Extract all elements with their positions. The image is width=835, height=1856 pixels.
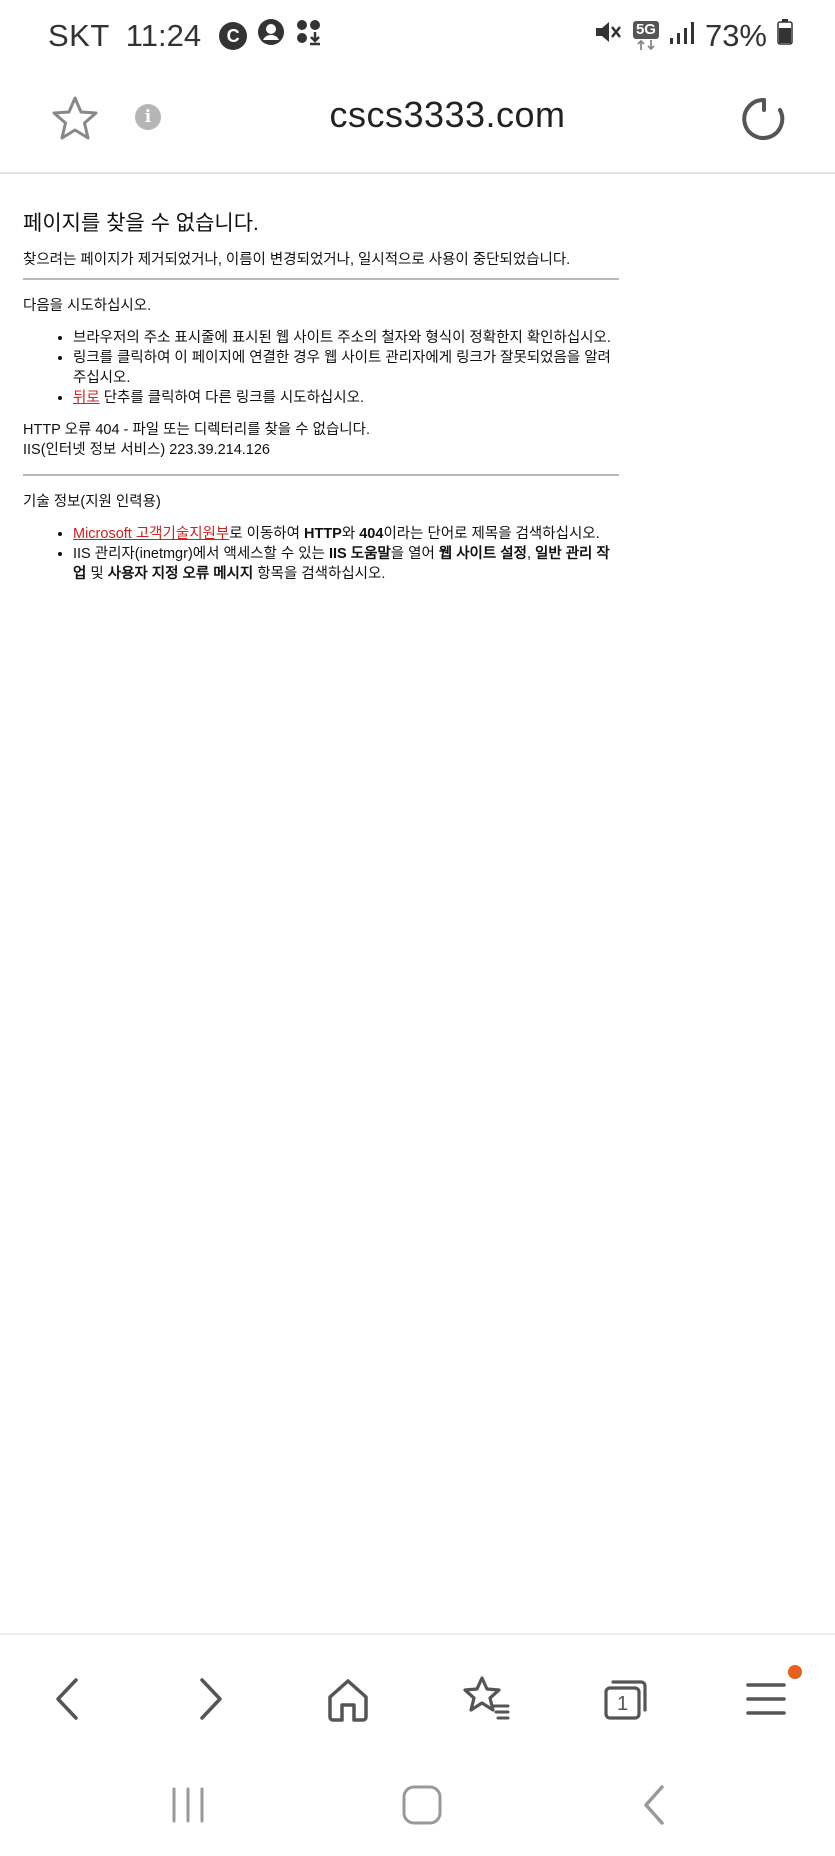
bookmarks-icon[interactable] (456, 1669, 516, 1729)
error-info: HTTP 오류 404 - 파일 또는 디렉터리를 찾을 수 없습니다. IIS… (23, 420, 619, 460)
list-item-text: 이라는 단어로 제목을 검색하십시오. (383, 526, 600, 542)
tab-count: 1 (617, 1693, 628, 1715)
list-item-text: 항목을 검색하십시오. (253, 566, 386, 582)
status-bar-left: SKT 11:24 C (48, 18, 323, 54)
microsoft-support-link[interactable]: Microsoft 고객기술지원부 (73, 526, 229, 542)
home-button-icon[interactable] (392, 1781, 452, 1829)
list-item-text: 및 (86, 566, 108, 582)
page-content: 페이지를 찾을 수 없습니다. 찾으려는 페이지가 제거되었거나, 이름이 변경… (23, 210, 619, 596)
menu-icon[interactable] (736, 1665, 802, 1729)
tech-list: Microsoft 고객기술지원부로 이동하여 HTTP와 404이라는 단어로… (23, 524, 619, 584)
list-item-text: 로 이동하여 (229, 526, 304, 542)
list-item: IIS 관리자(inetmgr)에서 액세스할 수 있는 IIS 도움말을 열어… (73, 544, 619, 584)
notification-dot (788, 1665, 802, 1679)
reload-icon[interactable] (739, 94, 789, 144)
list-item-text: IIS 관리자(inetmgr)에서 액세스할 수 있는 (73, 546, 329, 562)
browser-bottom-bar: 1 (0, 1633, 835, 1765)
divider (23, 474, 619, 476)
url-field[interactable]: cscs3333.com (200, 94, 695, 136)
server-line: IIS(인터넷 정보 서비스) 223.39.214.126 (23, 442, 270, 458)
forward-icon[interactable] (180, 1669, 240, 1729)
list-item-text: 단추를 클릭하여 다른 링크를 시도하십시오. (99, 390, 364, 406)
list-item: 뒤로 단추를 클릭하여 다른 링크를 시도하십시오. (73, 388, 619, 408)
copyright-c-icon: C (219, 22, 248, 50)
account-icon (257, 18, 285, 54)
keyword-404: 404 (359, 526, 384, 542)
page-title: 페이지를 찾을 수 없습니다. (23, 212, 259, 235)
mute-icon (593, 18, 623, 54)
network-type: 5G (632, 21, 659, 39)
keyword-custom-errors: 사용자 지정 오류 메시지 (107, 566, 254, 582)
http-error-line: HTTP 오류 404 - 파일 또는 디렉터리를 찾을 수 없습니다. (23, 422, 371, 438)
list-item: 링크를 클릭하여 이 페이지에 연결한 경우 웹 사이트 관리자에게 링크가 잘… (73, 348, 619, 388)
back-link[interactable]: 뒤로 (73, 390, 100, 406)
tech-heading: 기술 정보(지원 인력용) (23, 494, 161, 510)
download-icon (295, 18, 323, 54)
list-item: 브라우저의 주소 표시줄에 표시된 웹 사이트 주소의 철자와 형식이 정확한지… (73, 328, 619, 348)
try-list: 브라우저의 주소 표시줄에 표시된 웹 사이트 주소의 철자와 형식이 정확한지… (23, 328, 619, 408)
list-item-text: 을 열어 (390, 546, 439, 562)
network-badge: 5G (632, 21, 659, 51)
recent-apps-icon[interactable] (158, 1781, 218, 1829)
battery-percent: 73% (704, 18, 767, 53)
tabs-icon[interactable]: 1 (596, 1669, 656, 1729)
divider (23, 278, 619, 280)
bookmark-star-icon[interactable] (50, 94, 100, 144)
list-item-text: , (526, 546, 535, 562)
back-icon[interactable] (38, 1669, 98, 1729)
keyword-iis-help: IIS 도움말 (328, 546, 391, 562)
clock: 11:24 (125, 18, 202, 53)
try-heading: 다음을 시도하십시오. (23, 298, 152, 314)
list-item-text: 와 (341, 526, 360, 542)
status-bar: SKT 11:24 C 5G 73% (0, 0, 835, 76)
page-subtitle: 찾으려는 페이지가 제거되었거나, 이름이 변경되었거나, 일시적으로 사용이 … (23, 252, 571, 268)
address-toolbar: i cscs3333.com (0, 80, 835, 174)
site-info-icon[interactable]: i (135, 104, 161, 130)
battery-icon (777, 18, 793, 54)
status-bar-right: 5G 73% (593, 18, 793, 54)
home-icon[interactable] (318, 1669, 378, 1729)
carrier-label: SKT (48, 18, 110, 53)
signal-icon (669, 18, 695, 54)
list-item: Microsoft 고객기술지원부로 이동하여 HTTP와 404이라는 단어로… (73, 524, 619, 544)
keyword-http: HTTP (304, 526, 342, 542)
system-back-icon[interactable] (626, 1781, 686, 1829)
system-navigation-bar (0, 1763, 835, 1856)
keyword-website-settings: 웹 사이트 설정 (438, 546, 527, 562)
